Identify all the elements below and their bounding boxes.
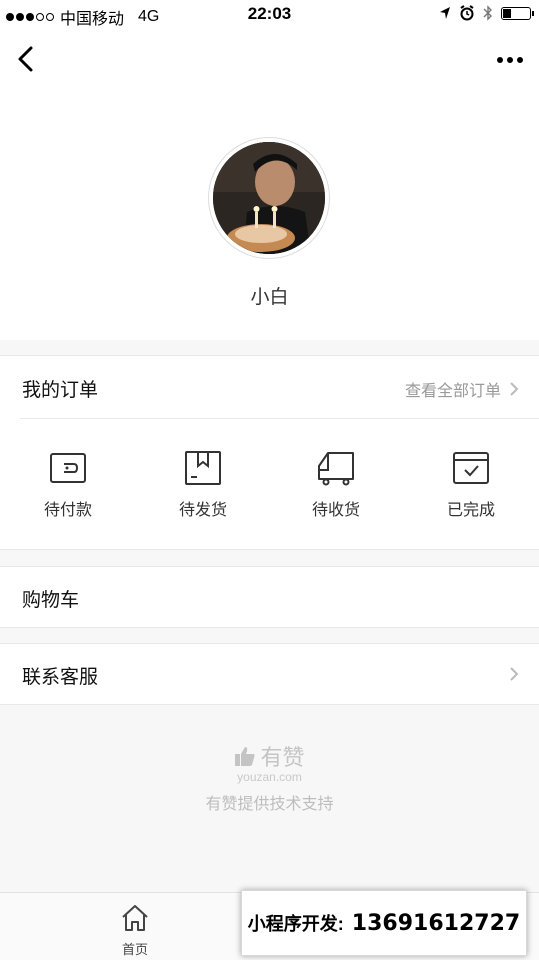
more-options-icon[interactable] <box>497 48 523 72</box>
brand-name: 有赞 <box>260 745 305 770</box>
order-status-completed[interactable]: 已完成 <box>421 448 521 520</box>
brand-domain: youzan.com <box>237 770 302 784</box>
avatar-photo <box>213 142 325 254</box>
tab-home-label: 首页 <box>121 942 148 957</box>
banner-label: 小程序开发: <box>247 914 344 934</box>
cart-row[interactable]: 购物车 <box>0 566 539 628</box>
wallet-icon <box>50 453 86 483</box>
order-status-items: 待付款 待发货 待收货 已完成 <box>0 448 539 528</box>
thumbs-up-icon <box>235 747 255 766</box>
tech-support-text: 有赞提供技术支持 <box>205 796 334 813</box>
orders-card: 我的订单 查看全部订单 待付款 待发货 待收货 已完成 <box>0 355 539 550</box>
username: 小白 <box>250 287 289 308</box>
nav-bar <box>0 30 539 90</box>
status-right <box>439 5 534 21</box>
tab-home[interactable]: 首页 <box>90 901 180 958</box>
brand-logo: 有赞 <box>234 740 305 772</box>
status-bar: 中国移动 4G 22:03 <box>0 0 539 30</box>
order-status-pending-payment[interactable]: 待付款 <box>18 448 118 520</box>
back-arrow-icon[interactable] <box>10 42 44 76</box>
profile-section: 小白 <box>0 90 539 340</box>
package-icon <box>185 451 221 485</box>
orders-title: 我的订单 <box>22 380 99 401</box>
home-icon <box>122 905 148 931</box>
order-status-pending-receipt[interactable]: 待收货 <box>286 448 386 520</box>
orders-header[interactable]: 我的订单 查看全部订单 <box>20 356 539 419</box>
alarm-clock-icon <box>460 5 474 21</box>
banner-phone: 13691612727 <box>351 910 521 936</box>
chevron-right-icon <box>510 382 519 396</box>
battery-icon <box>501 6 534 20</box>
order-status-label: 待发货 <box>178 502 227 519</box>
customer-service-row[interactable]: 联系客服 <box>0 643 539 705</box>
order-status-pending-shipment[interactable]: 待发货 <box>153 448 253 520</box>
contact-banner: 小程序开发: 13691612727 <box>241 890 527 956</box>
customer-service-label: 联系客服 <box>22 667 99 688</box>
view-all-orders-label: 查看全部订单 <box>404 383 501 400</box>
cart-label: 购物车 <box>22 590 80 611</box>
chevron-right-icon <box>510 667 519 681</box>
avatar[interactable] <box>209 138 329 258</box>
truck-icon <box>318 452 354 486</box>
page: 中国移动 4G 22:03 小白 我的订单 查看全部订单 待付款 待发货 待收货… <box>0 0 539 960</box>
order-status-label: 待收货 <box>311 502 360 519</box>
powered-by-brand: 有赞 youzan.com 有赞提供技术支持 <box>0 740 539 814</box>
order-status-label: 已完成 <box>446 502 495 519</box>
order-status-label: 待付款 <box>43 502 92 519</box>
location-arrow-icon <box>440 7 450 19</box>
bluetooth-icon <box>483 5 492 21</box>
check-box-icon <box>453 452 489 484</box>
view-all-orders-link[interactable]: 查看全部订单 <box>405 377 519 401</box>
